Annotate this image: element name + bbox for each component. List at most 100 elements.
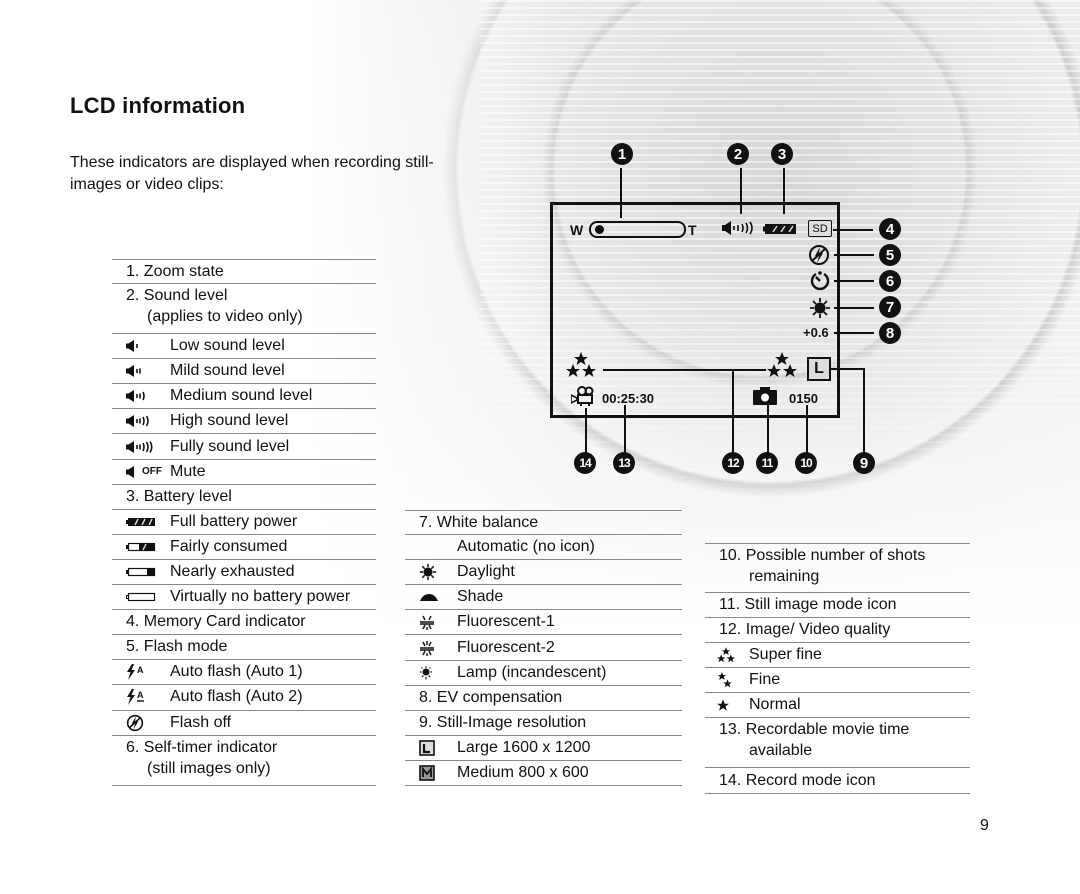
legend-item: Large 1600 x 1200 xyxy=(405,736,682,761)
legend-item-label: Fluorescent-2 xyxy=(457,638,555,656)
flash-off-icon xyxy=(808,244,830,271)
legend-item: A Auto flash (Auto 1) xyxy=(112,660,376,686)
legend-section-header: 9. Still-Image resolution xyxy=(405,711,682,736)
legend-item: Nearly exhausted xyxy=(112,560,376,586)
legend-item-label: High sound level xyxy=(170,412,289,430)
section-title: 14. Record mode icon xyxy=(719,771,876,789)
callout-5: 5 xyxy=(879,244,901,266)
legend-item: Shade xyxy=(405,585,682,611)
legend-section-header: 4. Memory Card indicator xyxy=(112,610,376,636)
callout-11: 11 xyxy=(756,452,778,474)
flash-auto2-icon: A xyxy=(126,687,166,707)
legend-section-header: 3. Battery level xyxy=(112,485,376,510)
legend-section-header: 7. White balance xyxy=(405,510,682,536)
callout-8: 8 xyxy=(879,322,901,344)
speaker-mute-icon: OFF xyxy=(126,462,166,482)
leader-line-2 xyxy=(740,168,742,214)
section-title: 9. Still-Image resolution xyxy=(419,713,587,731)
legend-item: Fluorescent-2 xyxy=(405,635,682,661)
legend-item-label: Normal xyxy=(749,696,801,714)
section-title: 13. Recordable movie time xyxy=(719,721,910,739)
sd-card-label: SD xyxy=(812,222,828,235)
legend-item-label: Fully sound level xyxy=(170,437,290,455)
legend-item-label: Mild sound level xyxy=(170,362,285,380)
section-title-continued: available xyxy=(749,742,813,760)
callout-4: 4 xyxy=(879,218,901,240)
legend-item-label: Fairly consumed xyxy=(170,537,288,555)
mute-off-label: OFF xyxy=(142,466,162,478)
legend-item: Low sound level xyxy=(112,334,376,360)
legend-middle: 7. White balance Automatic (no icon) Dayli… xyxy=(405,510,682,787)
legend-section-header: 14. Record mode icon xyxy=(705,768,970,794)
callout-13: 13 xyxy=(613,452,635,474)
battery-empty-icon xyxy=(126,587,166,607)
leader-line-4 xyxy=(833,229,873,231)
leader-line-10 xyxy=(806,405,808,454)
leader-line-12b xyxy=(732,369,734,454)
legend-item: OFF Mute xyxy=(112,460,376,485)
legend-item: Fully sound level xyxy=(112,434,376,460)
section-title: 4. Memory Card indicator xyxy=(126,613,306,631)
callout-3: 3 xyxy=(771,143,793,165)
speaker-high-icon xyxy=(126,411,166,431)
legend-item-label: Medium 800 x 600 xyxy=(457,763,589,781)
callout-1: 1 xyxy=(611,143,633,165)
legend-section-header: 8. EV compensation xyxy=(405,686,682,711)
fluorescent1-icon xyxy=(419,612,459,632)
leader-line-5 xyxy=(834,254,874,256)
legend-item: A Auto flash (Auto 2) xyxy=(112,685,376,711)
battery-full-icon xyxy=(126,512,166,532)
resolution-medium-icon xyxy=(419,763,459,783)
lamp-icon xyxy=(419,663,459,683)
legend-item: Medium sound level xyxy=(112,384,376,410)
section-title: 6. Self-timer indicator xyxy=(126,738,278,756)
legend-item-label: Shade xyxy=(457,588,504,606)
legend-item: Virtually no battery power xyxy=(112,585,376,611)
flash-off-icon xyxy=(126,713,166,733)
self-timer-icon xyxy=(809,270,831,297)
zoom-bar xyxy=(589,221,686,238)
speaker-low-icon xyxy=(126,336,166,356)
intro-text: These indicators are displayed when reco… xyxy=(70,154,434,193)
legend-section-header: 12. Image/ Video quality xyxy=(705,618,970,644)
legend-left: 1. Zoom state 2. Sound level (applies to v… xyxy=(112,259,376,786)
legend-item: Fluorescent-1 xyxy=(405,610,682,636)
resolution-label: L xyxy=(814,360,824,377)
daylight-icon xyxy=(809,297,831,324)
zoom-wide-label: W xyxy=(570,222,584,238)
callout-9: 9 xyxy=(853,452,875,474)
flash-auto1-icon: A xyxy=(126,662,166,682)
legend-item-label: Automatic (no icon) xyxy=(457,538,595,556)
quality-superfine-icon xyxy=(566,352,596,383)
legend-item-label: Mute xyxy=(170,462,206,480)
movie-time: 00:25:30 xyxy=(602,391,655,406)
legend-item: Daylight xyxy=(405,560,682,586)
zoom-tele-label: T xyxy=(688,222,697,238)
legend-item-label: Virtually no battery power xyxy=(170,588,351,606)
legend-item: Full battery power xyxy=(112,510,376,535)
section-title: 3. Battery level xyxy=(126,487,232,505)
legend-section-header: 2. Sound level (applies to video only) xyxy=(112,284,376,335)
legend-item: Lamp (incandescent) xyxy=(405,661,682,686)
callout-12: 12 xyxy=(722,452,744,474)
section-title: 10. Possible number of shots xyxy=(719,547,926,564)
shade-icon xyxy=(419,587,459,607)
leader-line-9 xyxy=(863,368,865,454)
legend-item-label: Flash off xyxy=(170,713,232,731)
section-title: 2. Sound level xyxy=(126,287,228,305)
legend-section-header: 6. Self-timer indicator (still images onl… xyxy=(112,736,376,786)
resolution-large-icon: L xyxy=(807,357,831,381)
legend-item-label: Large 1600 x 1200 xyxy=(457,738,591,756)
legend-item-label: Nearly exhausted xyxy=(170,562,295,580)
legend-item-label: Medium sound level xyxy=(170,387,313,405)
speaker-medium-icon xyxy=(126,386,166,406)
legend-item-label: Lamp (incandescent) xyxy=(457,663,607,681)
legend-item: Fairly consumed xyxy=(112,535,376,560)
battery-low-icon xyxy=(126,562,166,582)
daylight-icon xyxy=(419,562,459,582)
resolution-large-icon xyxy=(419,738,459,758)
legend-item: Medium 800 x 600 xyxy=(405,761,682,787)
leader-line-12 xyxy=(603,369,766,371)
legend-item-label: Low sound level xyxy=(170,337,285,355)
leader-line-8 xyxy=(834,332,874,334)
